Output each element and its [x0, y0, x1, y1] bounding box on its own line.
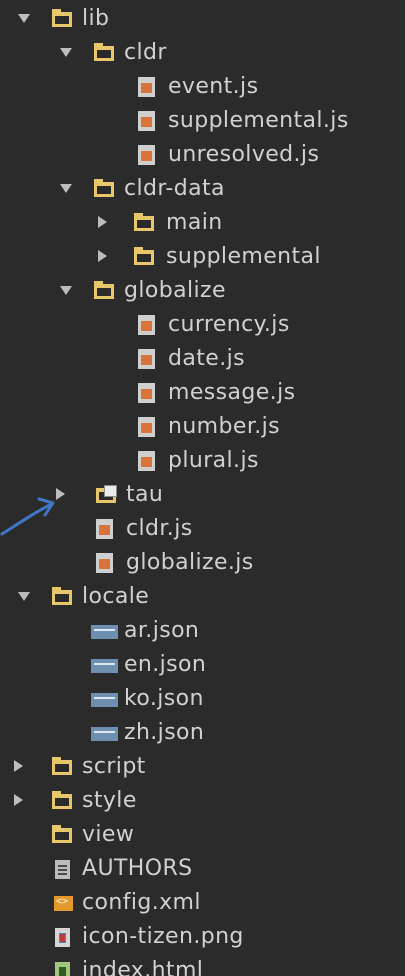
folder-icon: [52, 825, 72, 843]
pointer-arrow-icon: [0, 497, 55, 536]
javascript-file-icon: [138, 315, 155, 335]
tree-item-label: cldr-data: [124, 176, 225, 201]
javascript-file-icon: [138, 145, 155, 165]
folder-icon: [52, 587, 72, 605]
tree-item-zh-json[interactable]: zh.json: [0, 716, 405, 750]
tree-item-label: globalize.js: [126, 550, 254, 575]
javascript-file-icon: [138, 111, 155, 131]
tree-item-label: zh.json: [124, 720, 205, 745]
tree-item-label: lib: [82, 6, 110, 31]
tree-item-lib[interactable]: lib: [0, 2, 405, 36]
tree-item-main[interactable]: main: [0, 206, 405, 240]
tree-item-event-js[interactable]: event.js: [0, 70, 405, 104]
tree-item-label: AUTHORS: [82, 856, 193, 881]
linked-folder-icon: [96, 485, 117, 503]
xml-file-icon: [54, 885, 73, 919]
tree-item-config-xml[interactable]: config.xml: [0, 885, 405, 920]
text-file-icon: [55, 860, 70, 879]
tree-item-icon-tizen-png[interactable]: icon-tizen.png: [0, 920, 405, 954]
tree-item-label: icon-tizen.png: [82, 924, 244, 949]
javascript-file-icon: [138, 77, 155, 97]
folder-icon: [94, 179, 114, 197]
javascript-file-icon: [96, 553, 113, 573]
tree-item-label: supplemental.js: [168, 108, 349, 133]
tree-item-number-js[interactable]: number.js: [0, 410, 405, 444]
expanded-chevron-icon[interactable]: [18, 592, 30, 601]
folder-icon: [94, 43, 114, 61]
tree-item-label: style: [82, 788, 137, 813]
html-file-icon: [55, 962, 70, 976]
tree-item-label: cldr: [124, 40, 167, 65]
tree-item-label: ko.json: [124, 686, 204, 711]
tree-item-label: globalize: [124, 278, 226, 303]
tree-item-label: number.js: [168, 414, 281, 439]
tree-item-unresolved-js[interactable]: unresolved.js: [0, 138, 405, 172]
folder-icon: [134, 247, 154, 265]
tree-item-cldr-data[interactable]: cldr-data: [0, 172, 405, 206]
folder-icon: [52, 9, 72, 27]
tree-item-label: en.json: [124, 652, 207, 677]
tree-item-en-json[interactable]: en.json: [0, 648, 405, 682]
folder-icon: [52, 791, 72, 809]
tree-item-label: supplemental: [166, 244, 321, 269]
json-file-icon: [91, 693, 118, 707]
javascript-file-icon: [96, 519, 113, 539]
tree-item-index-html[interactable]: index.html: [0, 954, 405, 976]
expanded-chevron-icon[interactable]: [60, 48, 72, 57]
tree-item-label: main: [166, 210, 223, 235]
tree-item-label: event.js: [168, 74, 259, 99]
folder-icon: [134, 213, 154, 231]
tree-item-label: view: [82, 822, 135, 847]
tree-item-style[interactable]: style: [0, 784, 405, 818]
tree-item-label: script: [82, 754, 146, 779]
tree-item-label: message.js: [168, 380, 296, 405]
tree-item-script[interactable]: script: [0, 750, 405, 784]
tree-item-supplemental-js[interactable]: supplemental.js: [0, 104, 405, 138]
javascript-file-icon: [138, 383, 155, 403]
tree-item-supplemental[interactable]: supplemental: [0, 240, 405, 274]
javascript-file-icon: [138, 417, 155, 437]
javascript-file-icon: [138, 451, 155, 471]
collapsed-chevron-icon[interactable]: [14, 760, 23, 772]
tree-item-label: config.xml: [82, 890, 201, 915]
tree-item-label: cldr.js: [126, 516, 193, 541]
json-file-icon: [91, 659, 118, 673]
collapsed-chevron-icon[interactable]: [98, 216, 107, 228]
tree-item-locale[interactable]: locale: [0, 580, 405, 614]
tree-item-globalize-js[interactable]: globalize.js: [0, 546, 405, 580]
tree-item-authors[interactable]: AUTHORS: [0, 852, 405, 886]
tree-item-label: ar.json: [124, 618, 200, 643]
tree-item-ko-json[interactable]: ko.json: [0, 682, 405, 716]
tree-item-message-js[interactable]: message.js: [0, 376, 405, 410]
collapsed-chevron-icon[interactable]: [14, 794, 23, 806]
tree-item-label: date.js: [168, 346, 245, 371]
tree-item-plural-js[interactable]: plural.js: [0, 444, 405, 478]
project-tree: lib cldr event.js supplemental.js unreso…: [0, 0, 405, 976]
collapsed-chevron-icon[interactable]: [98, 250, 107, 262]
tree-item-cldr[interactable]: cldr: [0, 36, 405, 70]
tree-item-label: unresolved.js: [168, 142, 320, 167]
json-file-icon: [91, 727, 118, 741]
tree-item-globalize[interactable]: globalize: [0, 274, 405, 308]
tree-item-ar-json[interactable]: ar.json: [0, 614, 405, 648]
javascript-file-icon: [138, 349, 155, 369]
tree-item-label: tau: [126, 482, 164, 507]
image-file-icon: [55, 928, 70, 947]
tree-item-label: plural.js: [168, 448, 259, 473]
json-file-icon: [91, 625, 118, 639]
expanded-chevron-icon[interactable]: [60, 286, 72, 295]
folder-icon: [94, 281, 114, 299]
tree-item-label: currency.js: [168, 312, 290, 337]
expanded-chevron-icon[interactable]: [18, 14, 30, 23]
tree-item-label: locale: [82, 584, 150, 609]
tree-item-currency-js[interactable]: currency.js: [0, 308, 405, 342]
folder-icon: [52, 757, 72, 775]
tree-item-view[interactable]: view: [0, 818, 405, 852]
expanded-chevron-icon[interactable]: [60, 184, 72, 193]
tree-item-label: index.html: [82, 958, 204, 976]
tree-item-date-js[interactable]: date.js: [0, 342, 405, 376]
